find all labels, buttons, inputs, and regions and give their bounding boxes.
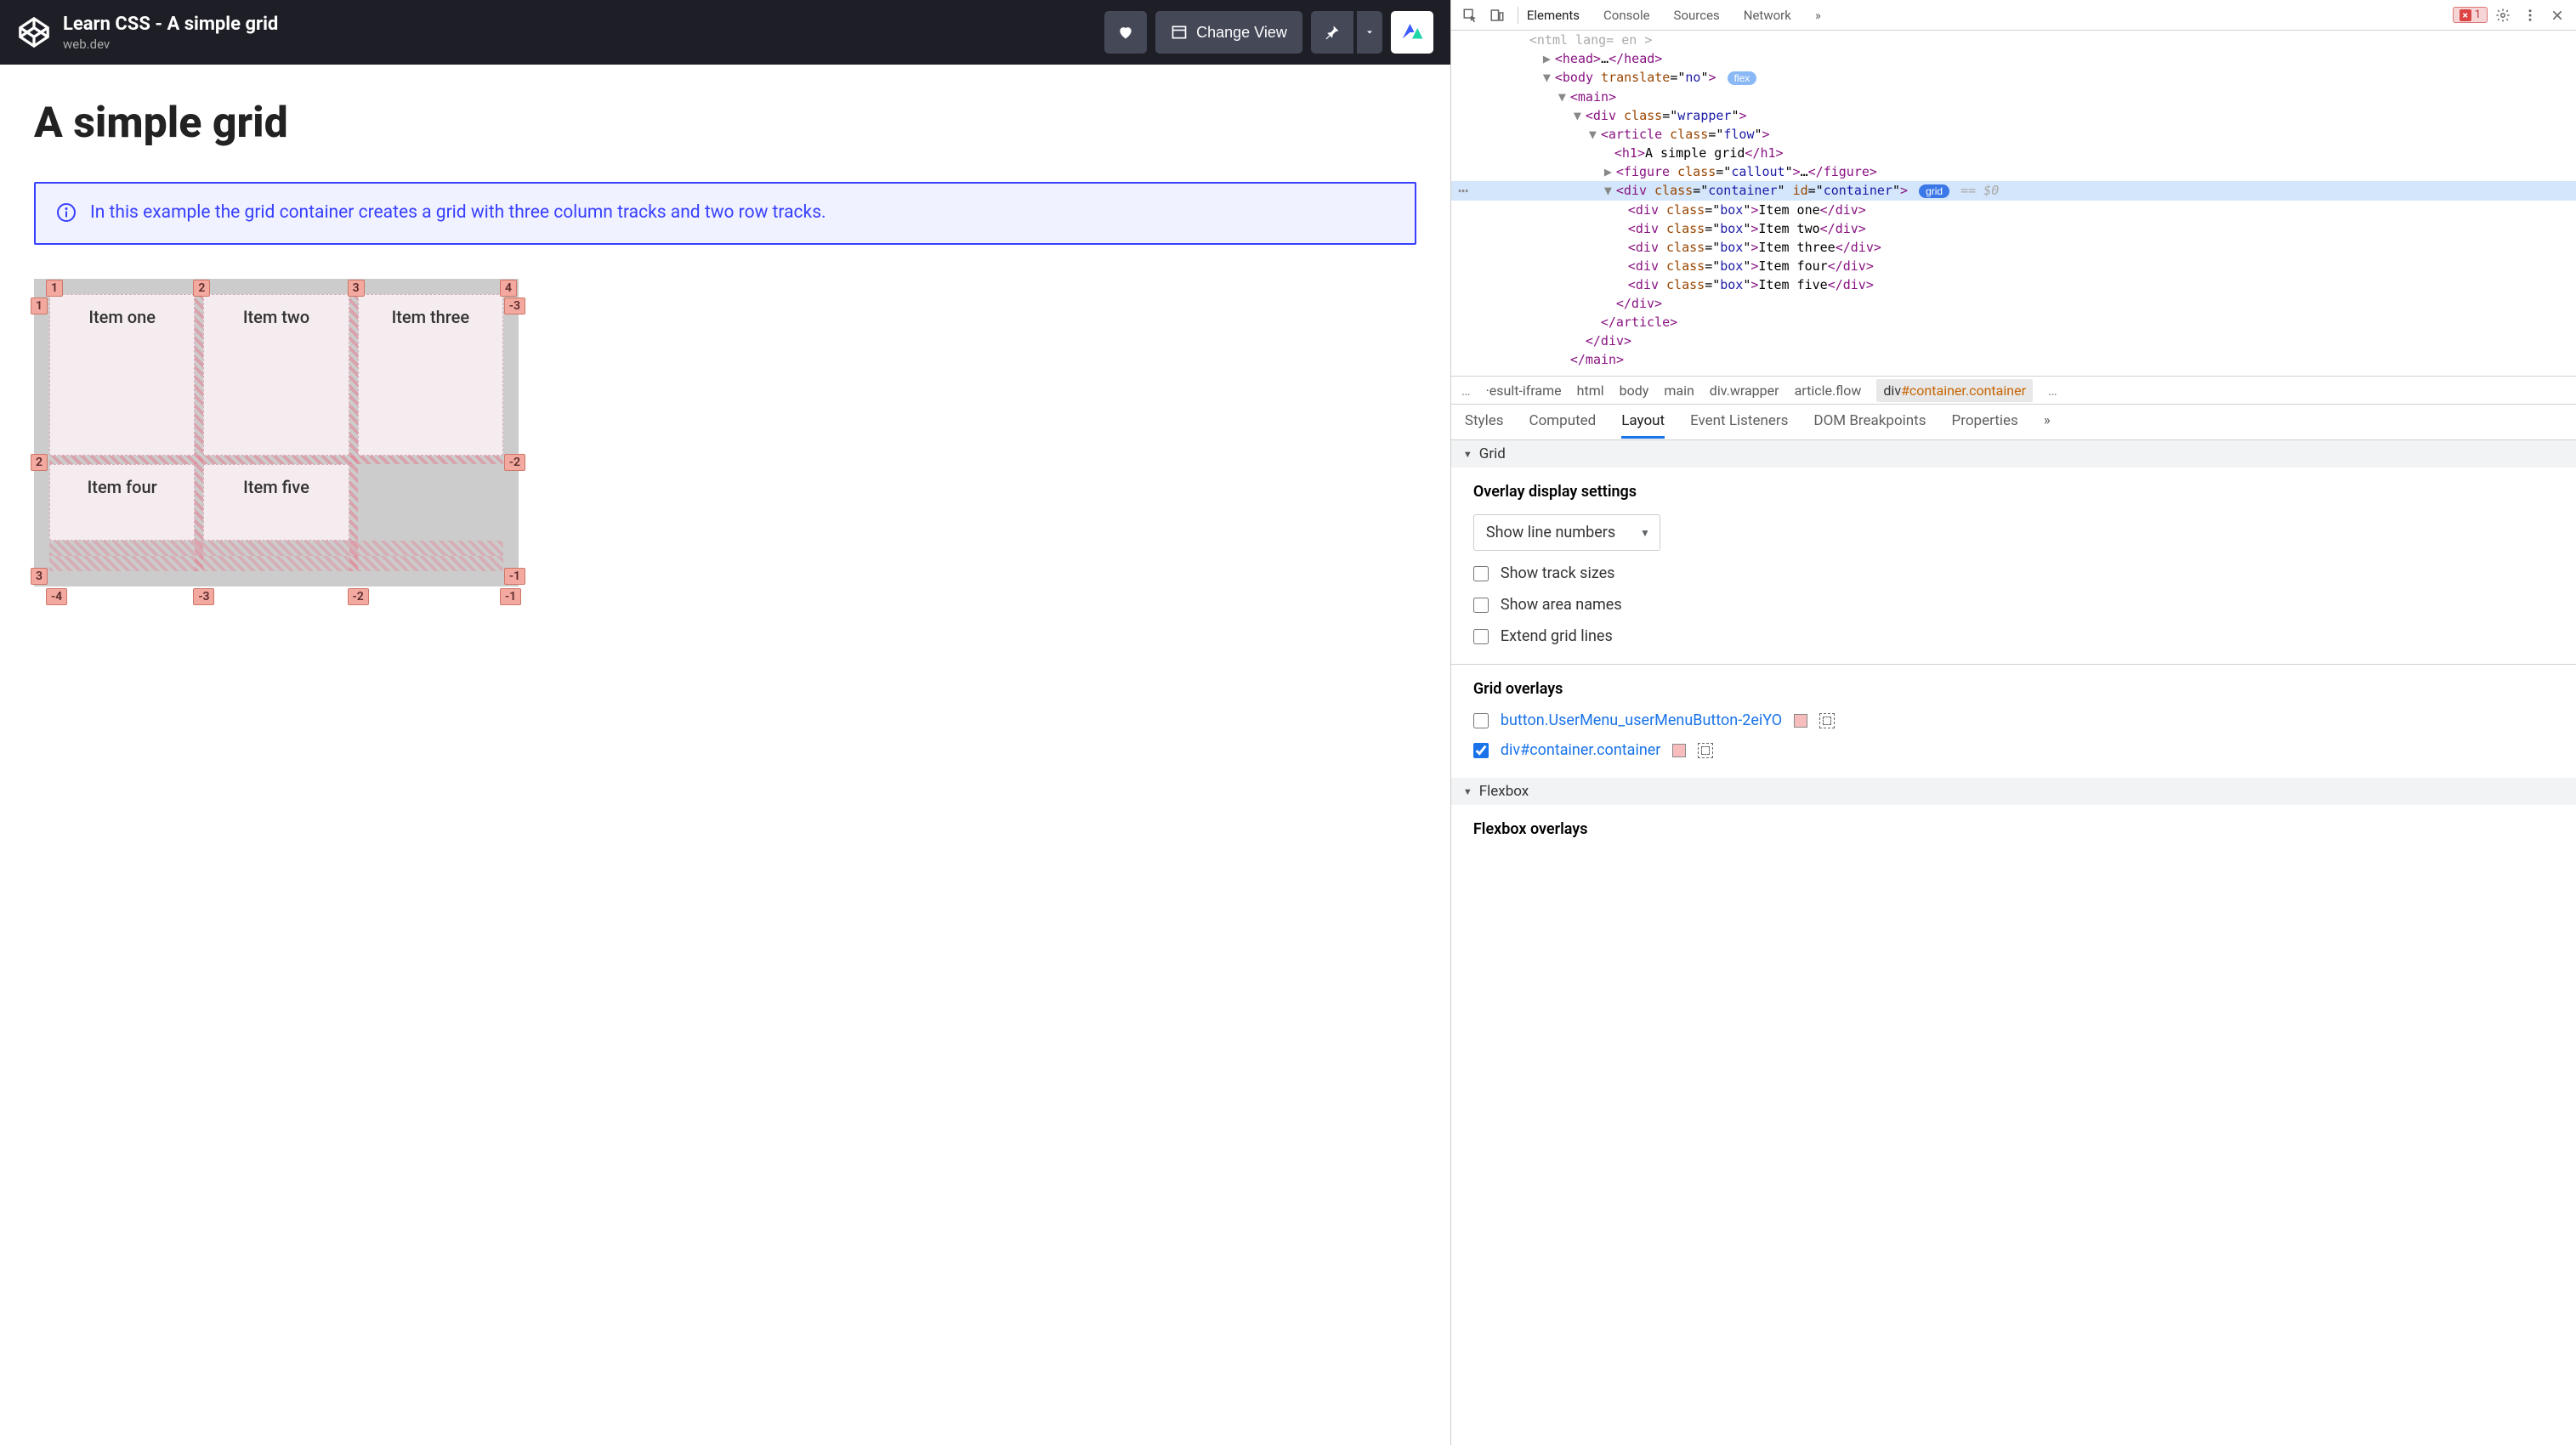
chevron-down-icon bbox=[1365, 27, 1375, 37]
breadcrumb[interactable]: … ·esult-iframe html body main div.wrapp… bbox=[1451, 376, 2576, 405]
chevron-down-icon: ▼ bbox=[1640, 527, 1650, 539]
dom-tree[interactable]: <ntml lang= en > ▶<head>…</head> ▼<body … bbox=[1451, 31, 2576, 376]
chk-track-sizes[interactable]: Show track sizes bbox=[1473, 564, 2554, 582]
codepen-logo[interactable] bbox=[17, 15, 51, 49]
page-heading: A simple grid bbox=[34, 99, 1416, 148]
grid-item: Item four bbox=[49, 464, 195, 541]
layout-icon bbox=[1171, 24, 1188, 41]
grid-col-label-neg: -1 bbox=[500, 588, 521, 605]
flexbox-overlays-title: Flexbox overlays bbox=[1473, 820, 2554, 838]
grid-col-label: 4 bbox=[500, 280, 517, 297]
overlay-checkbox[interactable] bbox=[1473, 713, 1489, 728]
error-badge[interactable]: 1 bbox=[2453, 7, 2488, 23]
breadcrumb-item[interactable]: div.wrapper bbox=[1710, 382, 1779, 399]
breadcrumb-selected[interactable]: div#container.container bbox=[1876, 379, 2033, 402]
overlay-settings-title: Overlay display settings bbox=[1473, 483, 2554, 501]
subtab-styles[interactable]: Styles bbox=[1465, 405, 1504, 439]
tab-network[interactable]: Network bbox=[1744, 3, 1791, 28]
devtools-pane: Elements Console Sources Network » 1 <nt… bbox=[1450, 0, 2576, 1445]
heart-icon bbox=[1117, 24, 1134, 41]
grid-overlay-item: button.UserMenu_userMenuButton-2eiYO bbox=[1473, 711, 2554, 729]
flex-badge[interactable]: flex bbox=[1728, 71, 1757, 85]
grid-item: Item five bbox=[203, 464, 349, 541]
grid-col-label: 2 bbox=[193, 280, 210, 297]
grid-col-label-neg: -2 bbox=[348, 588, 369, 605]
codepen-icon bbox=[19, 17, 49, 48]
grid-row-label-neg: -1 bbox=[504, 568, 525, 585]
breadcrumb-item[interactable]: body bbox=[1620, 382, 1649, 399]
grid-row-label: 2 bbox=[31, 454, 48, 471]
subtab-layout[interactable]: Layout bbox=[1621, 405, 1665, 439]
inspect-icon[interactable] bbox=[1458, 3, 1482, 27]
grid-section-header[interactable]: ▼Grid bbox=[1451, 440, 2576, 468]
dom-selected-line[interactable]: ⋯▼<div class="container" id="container">… bbox=[1451, 181, 2576, 201]
tab-elements[interactable]: Elements bbox=[1527, 3, 1580, 28]
grid-item: Item one bbox=[49, 294, 195, 456]
chk-extend-lines[interactable]: Extend grid lines bbox=[1473, 627, 2554, 645]
change-view-button[interactable]: Change View bbox=[1155, 11, 1302, 54]
codepen-pane: Learn CSS - A simple grid web.dev Change… bbox=[0, 0, 1450, 1445]
grid-row-label: 3 bbox=[31, 568, 48, 585]
codepen-header: Learn CSS - A simple grid web.dev Change… bbox=[0, 0, 1450, 65]
close-icon[interactable] bbox=[2545, 3, 2569, 27]
overlay-checkbox[interactable] bbox=[1473, 743, 1489, 758]
subtabs-overflow[interactable]: » bbox=[2044, 405, 2051, 439]
result-frame: A simple grid In this example the grid c… bbox=[0, 65, 1450, 1445]
breadcrumb-item[interactable]: html bbox=[1577, 382, 1604, 399]
pin-icon bbox=[1324, 24, 1341, 41]
dom-gutter-actions[interactable]: ⋯ bbox=[1458, 181, 1469, 200]
styles-subtabs: Styles Computed Layout Event Listeners D… bbox=[1451, 405, 2576, 440]
callout: In this example the grid container creat… bbox=[34, 182, 1416, 245]
subtab-properties[interactable]: Properties bbox=[1952, 405, 2018, 439]
breadcrumb-item[interactable]: article.flow bbox=[1795, 382, 1862, 399]
grid-row-label-neg: -2 bbox=[504, 454, 525, 471]
layout-panel: ▼Grid Overlay display settings Show line… bbox=[1451, 440, 2576, 1445]
overlay-link[interactable]: div#container.container bbox=[1501, 741, 1661, 759]
breadcrumb-item[interactable]: ·esult-iframe bbox=[1486, 382, 1562, 399]
tabs-overflow[interactable]: » bbox=[1815, 3, 1821, 28]
subtab-computed[interactable]: Computed bbox=[1529, 405, 1597, 439]
info-icon bbox=[56, 202, 77, 226]
breadcrumb-item[interactable]: main bbox=[1664, 382, 1694, 399]
sponsor-icon bbox=[1399, 20, 1425, 45]
subtab-event-listeners[interactable]: Event Listeners bbox=[1690, 405, 1788, 439]
color-swatch[interactable] bbox=[1672, 744, 1686, 757]
grid-overlay-item: div#container.container bbox=[1473, 741, 2554, 759]
device-toggle-icon[interactable] bbox=[1485, 3, 1509, 27]
grid-row-label: 1 bbox=[31, 298, 48, 314]
grid-col-label: 3 bbox=[348, 280, 365, 297]
devtools-topbar: Elements Console Sources Network » 1 bbox=[1451, 0, 2576, 31]
grid-overlays-title: Grid overlays bbox=[1473, 680, 2554, 698]
sponsor-logo-button[interactable] bbox=[1391, 11, 1433, 54]
callout-text: In this example the grid container creat… bbox=[90, 201, 826, 226]
settings-icon[interactable] bbox=[2491, 3, 2515, 27]
grid-badge[interactable]: grid bbox=[1919, 184, 1949, 198]
color-swatch[interactable] bbox=[1794, 714, 1807, 728]
line-display-select[interactable]: Show line numbers ▼ bbox=[1473, 514, 1660, 551]
grid-col-label-neg: -3 bbox=[193, 588, 214, 605]
grid-row-label-neg: -3 bbox=[504, 298, 525, 314]
tab-sources[interactable]: Sources bbox=[1674, 3, 1720, 28]
pin-dropdown-button[interactable] bbox=[1357, 11, 1382, 54]
flexbox-section-header[interactable]: ▼Flexbox bbox=[1451, 778, 2576, 805]
chk-area-names[interactable]: Show area names bbox=[1473, 596, 2554, 614]
subtab-dom-breakpoints[interactable]: DOM Breakpoints bbox=[1813, 405, 1926, 439]
pen-title[interactable]: Learn CSS - A simple grid bbox=[63, 14, 1104, 35]
grid-demo: Item one Item two Item three Item four I… bbox=[34, 279, 519, 586]
grid-item: Item three bbox=[358, 294, 503, 456]
heart-button[interactable] bbox=[1104, 11, 1147, 54]
grid-col-label-neg: -4 bbox=[46, 588, 67, 605]
kebab-icon[interactable] bbox=[2518, 3, 2542, 27]
pen-author[interactable]: web.dev bbox=[63, 37, 1104, 52]
overlay-highlight-icon[interactable] bbox=[1819, 713, 1835, 728]
overlay-highlight-icon[interactable] bbox=[1698, 743, 1713, 758]
tab-console[interactable]: Console bbox=[1603, 3, 1650, 28]
grid-col-label: 1 bbox=[46, 280, 63, 297]
overlay-link[interactable]: button.UserMenu_userMenuButton-2eiYO bbox=[1501, 711, 1782, 729]
grid-item: Item two bbox=[203, 294, 349, 456]
pin-button[interactable] bbox=[1311, 11, 1353, 54]
